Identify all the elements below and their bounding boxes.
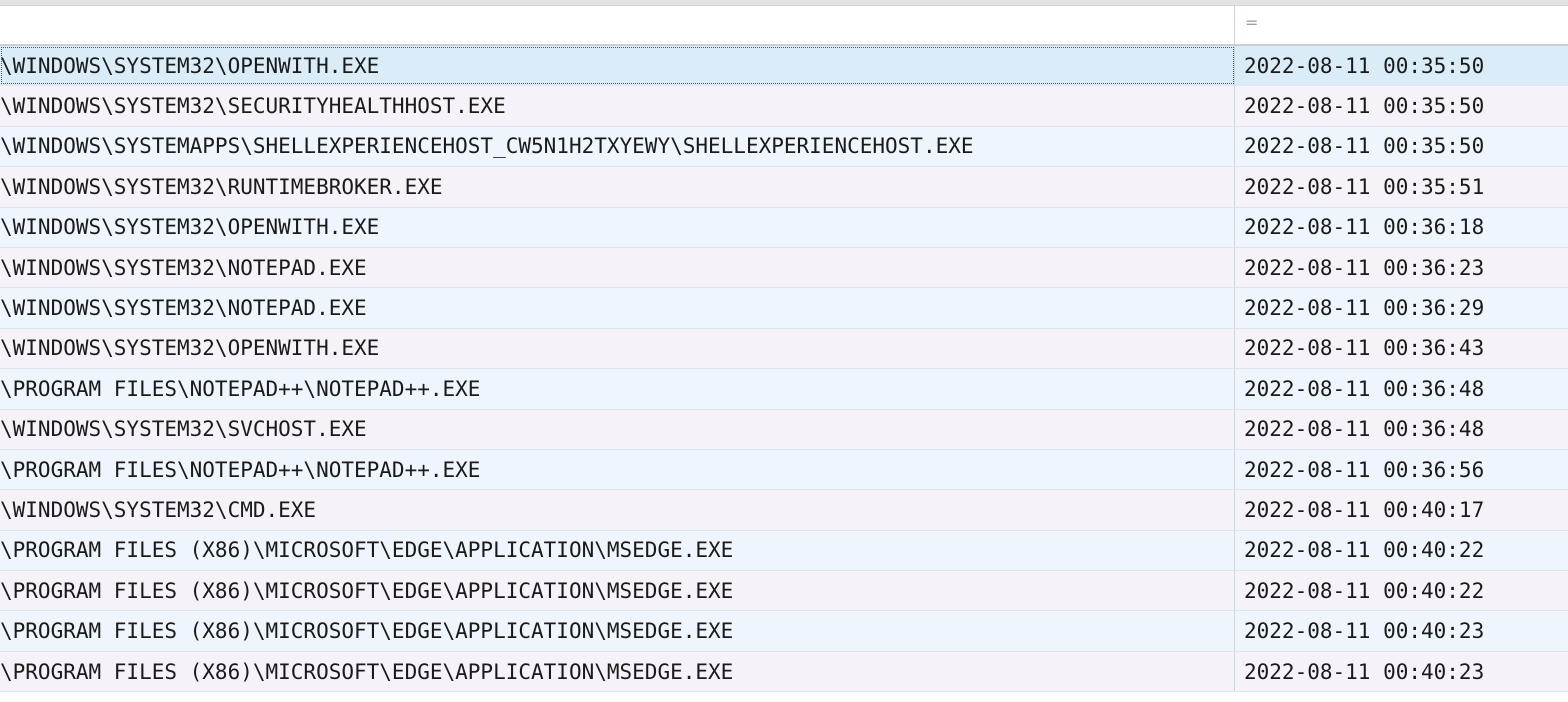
table-row[interactable]: \PROGRAM FILES (X86)\MICROSOFT\EDGE\APPL… (0, 530, 1568, 572)
path-cell[interactable]: \WINDOWS\SYSTEM32\NOTEPAD.EXE (0, 247, 1235, 288)
path-text: \WINDOWS\SYSTEM32\OPENWITH.EXE (0, 53, 380, 78)
timestamp-cell[interactable]: 2022-08-11 00:35:50 (1235, 46, 1568, 85)
path-cell[interactable]: \PROGRAM FILES\NOTEPAD++\NOTEPAD++.EXE (0, 449, 1235, 490)
table-row[interactable]: \WINDOWS\SYSTEM32\NOTEPAD.EXE 2022-08-11 … (0, 288, 1568, 329)
timestamp-cell[interactable]: 2022-08-11 00:36:48 (1235, 410, 1568, 449)
table-row[interactable]: \PROGRAM FILES (X86)\MICROSOFT\EDGE\APPL… (0, 611, 1568, 652)
path-text: \PROGRAM FILES\NOTEPAD++\NOTEPAD++.EXE (0, 376, 481, 401)
path-text: \WINDOWS\SYSTEM32\CMD.EXE (0, 497, 317, 522)
path-cell[interactable]: \PROGRAM FILES (X86)\MICROSOFT\EDGE\APPL… (0, 611, 1235, 651)
path-text: \PROGRAM FILES (X86)\MICROSOFT\EDGE\APPL… (0, 578, 734, 603)
timestamp-cell[interactable]: 2022-08-11 00:36:23 (1235, 248, 1568, 287)
path-text: \PROGRAM FILES (X86)\MICROSOFT\EDGE\APPL… (0, 619, 734, 644)
path-cell[interactable]: \PROGRAM FILES (X86)\MICROSOFT\EDGE\APPL… (0, 530, 1235, 571)
filter-operator[interactable]: = (1245, 13, 1258, 32)
filter-row: = (0, 6, 1568, 46)
grid-rows: \WINDOWS\SYSTEM32\OPENWITH.EXE 2022-08-11… (0, 46, 1568, 693)
path-text: \WINDOWS\SYSTEMAPPS\SHELLEXPERIENCEHOST_… (0, 134, 974, 159)
path-text: \WINDOWS\SYSTEM32\SECURITYHEALTHHOST.EXE (0, 94, 506, 119)
timestamp-cell[interactable]: 2022-08-11 00:36:29 (1235, 288, 1568, 327)
path-cell[interactable]: \PROGRAM FILES\NOTEPAD++\NOTEPAD++.EXE (0, 369, 1235, 409)
timestamp-cell[interactable]: 2022-08-11 00:40:22 (1235, 571, 1568, 610)
path-text: \WINDOWS\SYSTEM32\NOTEPAD.EXE (0, 255, 367, 280)
table-row[interactable]: \WINDOWS\SYSTEM32\RUNTIMEBROKER.EXE 2022-… (0, 167, 1568, 208)
table-row[interactable]: \PROGRAM FILES (X86)\MICROSOFT\EDGE\APPL… (0, 651, 1568, 693)
table-row[interactable]: \PROGRAM FILES (X86)\MICROSOFT\EDGE\APPL… (0, 571, 1568, 612)
timestamp-cell[interactable]: 2022-08-11 00:40:17 (1235, 490, 1568, 529)
timestamp-cell[interactable]: 2022-08-11 00:40:23 (1235, 611, 1568, 650)
path-cell[interactable]: \WINDOWS\SYSTEM32\CMD.EXE (0, 490, 1235, 530)
table-row[interactable]: \WINDOWS\SYSTEM32\OPENWITH.EXE 2022-08-11… (0, 207, 1568, 248)
timestamp-cell[interactable]: 2022-08-11 00:40:23 (1235, 652, 1568, 691)
path-cell[interactable]: \WINDOWS\SYSTEMAPPS\SHELLEXPERIENCEHOST_… (0, 126, 1235, 167)
path-cell[interactable]: \WINDOWS\SYSTEM32\SVCHOST.EXE (0, 409, 1235, 449)
table-row[interactable]: \WINDOWS\SYSTEM32\OPENWITH.EXE 2022-08-11… (0, 328, 1568, 370)
path-cell[interactable]: \PROGRAM FILES (X86)\MICROSOFT\EDGE\APPL… (0, 571, 1235, 611)
path-cell[interactable]: \WINDOWS\SYSTEM32\OPENWITH.EXE (0, 46, 1235, 86)
table-row[interactable]: \WINDOWS\SYSTEM32\SVCHOST.EXE 2022-08-11 … (0, 409, 1568, 450)
path-cell[interactable]: \WINDOWS\SYSTEM32\OPENWITH.EXE (0, 207, 1235, 247)
path-text: \PROGRAM FILES (X86)\MICROSOFT\EDGE\APPL… (0, 538, 734, 563)
timestamp-cell[interactable]: 2022-08-11 00:35:50 (1235, 86, 1568, 125)
path-cell[interactable]: \WINDOWS\SYSTEM32\SECURITYHEALTHHOST.EXE (0, 86, 1235, 126)
table-row[interactable]: \PROGRAM FILES\NOTEPAD++\NOTEPAD++.EXE 20… (0, 369, 1568, 410)
timestamp-cell[interactable]: 2022-08-11 00:36:48 (1235, 369, 1568, 408)
path-cell[interactable]: \PROGRAM FILES (X86)\MICROSOFT\EDGE\APPL… (0, 651, 1235, 692)
path-text: \WINDOWS\SYSTEM32\OPENWITH.EXE (0, 215, 380, 240)
path-text: \PROGRAM FILES (X86)\MICROSOFT\EDGE\APPL… (0, 659, 734, 684)
table-row[interactable]: \PROGRAM FILES\NOTEPAD++\NOTEPAD++.EXE 20… (0, 449, 1568, 491)
data-grid: = \WINDOWS\SYSTEM32\OPENWITH.EXE 2022-08-… (0, 0, 1568, 702)
timestamp-cell[interactable]: 2022-08-11 00:40:22 (1235, 531, 1568, 570)
table-row[interactable]: \WINDOWS\SYSTEMAPPS\SHELLEXPERIENCEHOST_… (0, 126, 1568, 168)
timestamp-cell[interactable]: 2022-08-11 00:36:56 (1235, 450, 1568, 489)
path-text: \WINDOWS\SYSTEM32\SVCHOST.EXE (0, 417, 367, 442)
table-row[interactable]: \WINDOWS\SYSTEM32\SECURITYHEALTHHOST.EXE… (0, 86, 1568, 127)
path-cell[interactable]: \WINDOWS\SYSTEM32\NOTEPAD.EXE (0, 288, 1235, 328)
timestamp-cell[interactable]: 2022-08-11 00:36:43 (1235, 329, 1568, 368)
timestamp-cell[interactable]: 2022-08-11 00:35:50 (1235, 127, 1568, 166)
path-cell[interactable]: \WINDOWS\SYSTEM32\OPENWITH.EXE (0, 328, 1235, 369)
time-filter-input[interactable]: = (1235, 6, 1568, 44)
table-row[interactable]: \WINDOWS\SYSTEM32\NOTEPAD.EXE 2022-08-11 … (0, 247, 1568, 289)
table-row[interactable]: \WINDOWS\SYSTEM32\CMD.EXE 2022-08-11 00:4… (0, 490, 1568, 531)
path-text: \WINDOWS\SYSTEM32\NOTEPAD.EXE (0, 296, 367, 321)
path-cell[interactable]: \WINDOWS\SYSTEM32\RUNTIMEBROKER.EXE (0, 167, 1235, 207)
table-row[interactable]: \WINDOWS\SYSTEM32\OPENWITH.EXE 2022-08-11… (0, 46, 1568, 87)
timestamp-cell[interactable]: 2022-08-11 00:35:51 (1235, 167, 1568, 206)
path-filter-input[interactable] (0, 6, 1235, 44)
path-text: \WINDOWS\SYSTEM32\OPENWITH.EXE (0, 336, 380, 361)
timestamp-cell[interactable]: 2022-08-11 00:36:18 (1235, 208, 1568, 247)
path-text: \PROGRAM FILES\NOTEPAD++\NOTEPAD++.EXE (0, 457, 481, 482)
path-text: \WINDOWS\SYSTEM32\RUNTIMEBROKER.EXE (0, 174, 443, 199)
